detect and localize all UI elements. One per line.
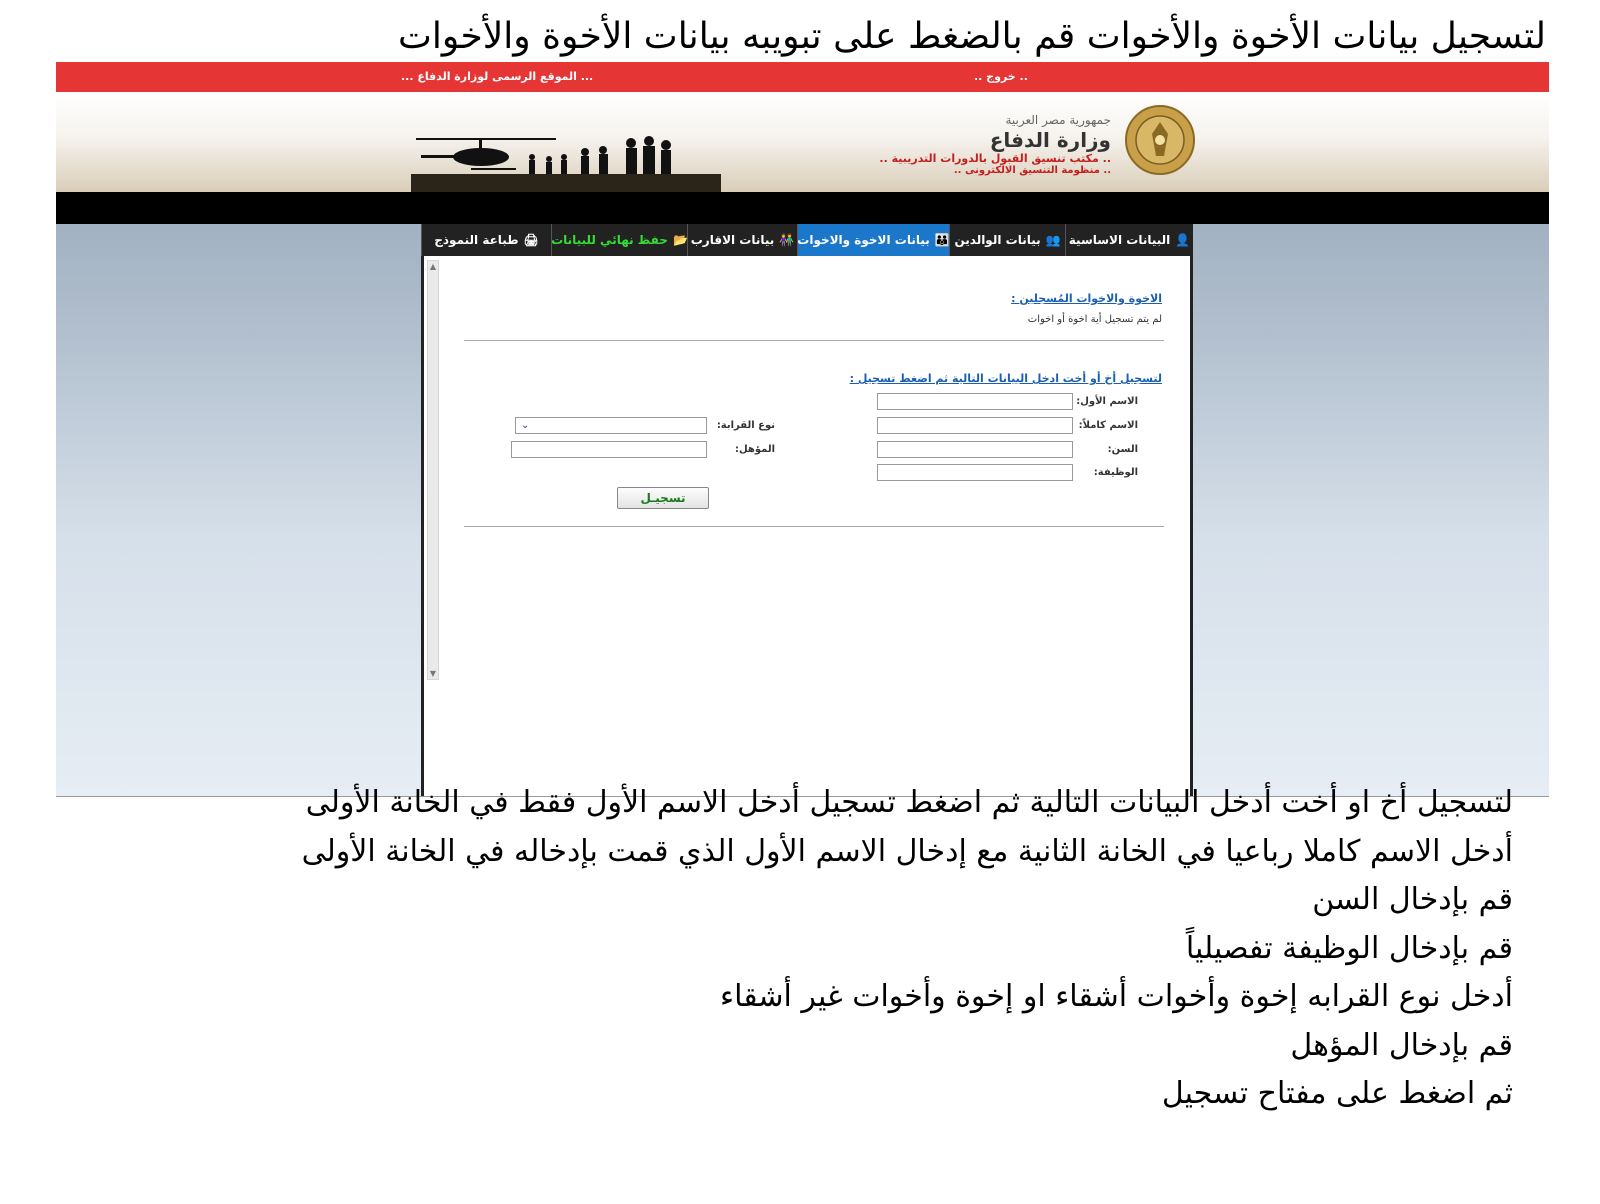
parents-icon: 👥	[1045, 233, 1061, 247]
instruction-line: لتسجيل أخ او أخت أدخل البيانات التالية ث…	[305, 785, 1513, 820]
content-panel: ▲ ▼ الاخوة والاخوات المُسجلين : لم يتم ت…	[421, 256, 1193, 796]
tab-final-save[interactable]: 📂 حفظ نهائي للبيانات	[551, 224, 688, 256]
first-name-input[interactable]	[877, 393, 1073, 410]
first-name-label: الاسم الأول:	[1076, 396, 1138, 407]
age-label: السن:	[1107, 444, 1138, 455]
top-red-bar: .. خروج .. ... الموقع الرسمى لوزارة الدف…	[56, 62, 1549, 92]
scroll-down-icon[interactable]: ▼	[428, 669, 438, 678]
age-input[interactable]	[877, 441, 1073, 458]
instruction-line: قم بإدخال المؤهل	[1290, 1027, 1513, 1063]
scroll-up-icon[interactable]: ▲	[428, 262, 438, 271]
tab-bar: 👤 البيانات الاساسية 👥 بيانات الوالدين 👪 …	[421, 224, 1193, 256]
relation-type-select[interactable]: ⌄	[515, 417, 707, 434]
folder-icon: 📂	[672, 233, 688, 247]
system-label: .. منظومة التنسيق الالكترونى ..	[953, 165, 1111, 176]
printer-icon: 🖨	[523, 233, 539, 247]
instruction-line: قم بإدخال السن	[1312, 882, 1513, 917]
siblings-icon: 👪	[934, 233, 950, 247]
instructions: لتسجيل أخ او أخت أدخل البيانات التالية ث…	[113, 779, 1513, 1119]
relatives-icon: 👫	[779, 233, 795, 247]
job-label: الوظيفة:	[1093, 467, 1138, 478]
divider	[464, 526, 1164, 527]
qualification-input[interactable]	[511, 441, 707, 458]
relation-type-label: نوع القرابة:	[716, 420, 775, 431]
instruction-line: أدخل الاسم كاملا رباعيا في الخانة الثاني…	[301, 833, 1513, 869]
divider	[464, 340, 1164, 341]
register-button[interactable]: تسجيـل	[617, 487, 709, 509]
add-sibling-title: لتسجيل أخ أو أخت ادخل البيانات التالية ث…	[849, 372, 1162, 385]
full-name-label: الاسم كاملاً:	[1078, 420, 1138, 431]
header-black-bar	[56, 192, 1549, 224]
ministry-title: جمهورية مصر العربية وزارة الدفاع .. مكتب…	[879, 112, 1111, 177]
scrollbar[interactable]: ▲ ▼	[427, 260, 439, 680]
official-site-link[interactable]: ... الموقع الرسمى لوزارة الدفاع ...	[401, 70, 593, 83]
screenshot-frame: .. خروج .. ... الموقع الرسمى لوزارة الدف…	[56, 62, 1549, 797]
tab-print-form[interactable]: 🖨 طباعة النموذج	[421, 224, 551, 256]
job-input[interactable]	[877, 464, 1073, 481]
tab-parents-data[interactable]: 👥 بيانات الوالدين	[949, 224, 1065, 256]
person-icon: 👤	[1175, 233, 1191, 247]
soldiers-silhouette-icon	[411, 136, 721, 192]
tab-relatives-data[interactable]: 👫 بيانات الاقارب	[687, 224, 797, 256]
registered-empty-message: لم يتم تسجيل أية اخوة أو اخوات	[1027, 314, 1162, 325]
ministry-emblem-icon	[1125, 105, 1195, 175]
tab-basic-data[interactable]: 👤 البيانات الاساسية	[1065, 224, 1193, 256]
page: لتسجيل بيانات الأخوة والأخوات قم بالضغط …	[0, 0, 1600, 1204]
full-name-input[interactable]	[877, 417, 1073, 434]
header-banner: جمهورية مصر العربية وزارة الدفاع .. مكتب…	[56, 92, 1549, 192]
office-label: .. مكتب تنسيق القبول بالدورات التدريبية …	[879, 152, 1111, 165]
chevron-down-icon: ⌄	[521, 420, 530, 431]
instruction-line: قم بإدخال الوظيفة تفصيلياً	[1185, 930, 1513, 966]
instruction-line: ثم اضغط على مفتاح تسجيل	[1161, 1076, 1513, 1111]
tab-siblings-data[interactable]: 👪 بيانات الاخوة والاخوات	[797, 224, 950, 256]
caption-top: لتسجيل بيانات الأخوة والأخوات قم بالضغط …	[398, 16, 1546, 57]
republic-label: جمهورية مصر العربية	[1005, 113, 1111, 127]
registered-siblings-title: الاخوة والاخوات المُسجلين :	[1011, 292, 1162, 305]
instruction-line: أدخل نوع القرابه إخوة وأخوات أشقاء او إخ…	[719, 979, 1513, 1014]
qualification-label: المؤهل:	[734, 444, 775, 455]
ministry-label: وزارة الدفاع	[989, 128, 1111, 152]
exit-link[interactable]: .. خروج ..	[974, 70, 1028, 83]
